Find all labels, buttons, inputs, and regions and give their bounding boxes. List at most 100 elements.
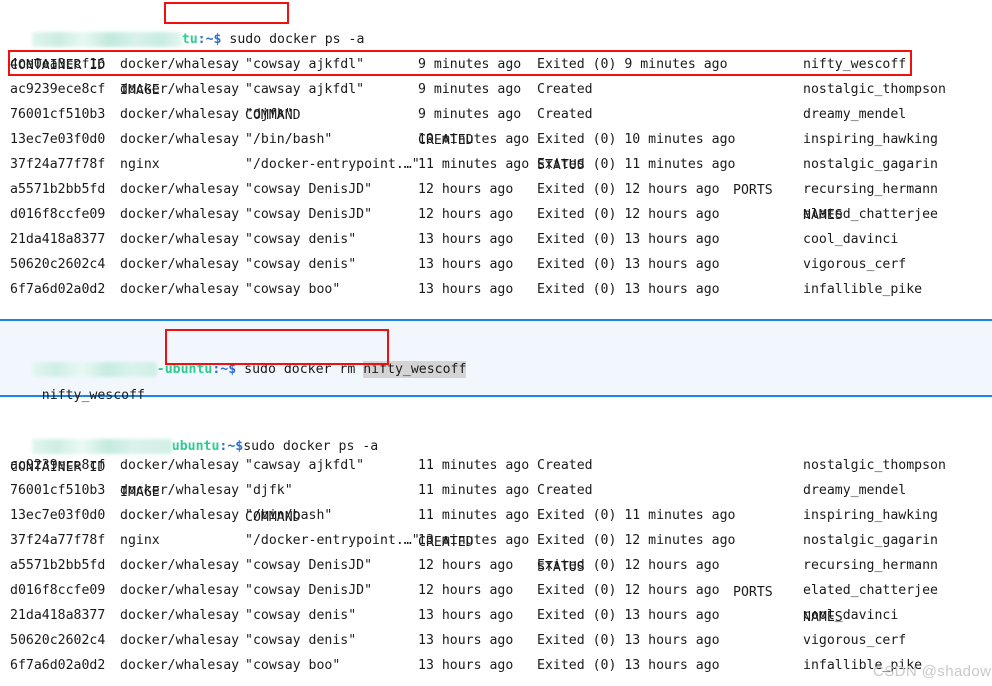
cell-container-id: 50620c2602c4 bbox=[10, 633, 106, 648]
cell-image: docker/whalesay bbox=[120, 658, 240, 673]
cell-status: Created bbox=[537, 107, 593, 122]
output-line-rm: nifty_wescoff bbox=[10, 357, 145, 403]
cell-command: "cawsay ajkfdl" bbox=[245, 82, 365, 97]
command-text-2[interactable]: sudo docker rm nifty_wescoff bbox=[236, 361, 467, 378]
cell-image: docker/whalesay bbox=[120, 182, 240, 197]
cell-names: cool_davinci bbox=[803, 232, 899, 247]
cell-created: 12 hours ago bbox=[418, 583, 514, 598]
prompt-path-2: :~$ bbox=[212, 362, 237, 377]
cell-command: "cowsay denis" bbox=[245, 633, 357, 648]
cell-status: Exited (0) 12 minutes ago bbox=[537, 533, 736, 548]
cell-image: docker/whalesay bbox=[120, 282, 240, 297]
cell-command: "cowsay DenisJD" bbox=[245, 207, 373, 222]
cell-container-id: 6f7a6d02a0d2 bbox=[10, 658, 106, 673]
cell-container-id: 21da418a8377 bbox=[10, 608, 106, 623]
cell-command: "djfk" bbox=[245, 483, 293, 498]
cell-names: nostalgic_gagarin bbox=[803, 157, 938, 172]
table-row: 21da418a8377 docker/whalesay "cowsay denis… bbox=[0, 603, 992, 628]
cell-command: "cowsay denis" bbox=[245, 608, 357, 623]
cell-created: 10 minutes ago bbox=[418, 132, 530, 147]
cell-command: "/bin/bash" bbox=[245, 132, 333, 147]
cell-status: Exited (0) 13 hours ago bbox=[537, 633, 720, 648]
cell-container-id: 6f7a6d02a0d2 bbox=[10, 282, 106, 297]
cell-names: vigorous_cerf bbox=[803, 633, 907, 648]
cell-status: Exited (0) 12 hours ago bbox=[537, 558, 720, 573]
cell-image: docker/whalesay bbox=[120, 483, 240, 498]
cell-container-id: 13ec7e03f0d0 bbox=[10, 508, 106, 523]
table-row: 37f24a77f78f nginx "/docker-entrypoint.…" 1… bbox=[0, 528, 992, 553]
cell-status: Exited (0) 13 hours ago bbox=[537, 257, 720, 272]
table-header-row-1: CONTAINER ID IMAGE COMMAND CREATED STATU… bbox=[0, 28, 992, 223]
table-row: a5571b2bb5fd docker/whalesay "cowsay Denis… bbox=[0, 177, 992, 202]
cell-command: "cawsay ajkfdl" bbox=[245, 458, 365, 473]
rm-output-text: nifty_wescoff bbox=[41, 388, 145, 403]
cell-command: "cowsay DenisJD" bbox=[245, 182, 373, 197]
cell-status: Created bbox=[537, 82, 593, 97]
cell-command: "cowsay denis" bbox=[245, 257, 357, 272]
cell-names: nostalgic_thompson bbox=[803, 82, 946, 97]
cell-container-id: 76001cf510b3 bbox=[10, 483, 106, 498]
cell-container-id: a5571b2bb5fd bbox=[10, 558, 106, 573]
command-rm-target[interactable]: nifty_wescoff bbox=[363, 361, 467, 378]
cell-image: docker/whalesay bbox=[120, 207, 240, 222]
table-row: 76001cf510b3 docker/whalesay "djfk" 11 minu… bbox=[0, 478, 992, 503]
cell-created: 11 minutes ago bbox=[418, 157, 530, 172]
cell-names: dreamy_mendel bbox=[803, 483, 907, 498]
table-row: 6f7a6d02a0d2 docker/whalesay "cowsay boo" 1… bbox=[0, 653, 992, 678]
cell-status: Exited (0) 11 minutes ago bbox=[537, 508, 736, 523]
table-row: ac9239ece8cf docker/whalesay "cawsay ajkfd… bbox=[0, 453, 992, 478]
cell-status: Exited (0) 12 hours ago bbox=[537, 182, 720, 197]
cell-image: docker/whalesay bbox=[120, 633, 240, 648]
table-row: ac9239ece8cf docker/whalesay "cawsay ajkfd… bbox=[0, 77, 992, 102]
cell-container-id: 13ec7e03f0d0 bbox=[10, 132, 106, 147]
cell-created: 9 minutes ago bbox=[418, 82, 522, 97]
cell-container-id: 37f24a77f78f bbox=[10, 533, 106, 548]
command-rm-prefix: sudo docker rm bbox=[244, 362, 364, 377]
cell-status: Exited (0) 13 hours ago bbox=[537, 608, 720, 623]
cell-status: Exited (0) 13 hours ago bbox=[537, 232, 720, 247]
cell-created: 11 minutes ago bbox=[418, 508, 530, 523]
cell-status: Exited (0) 9 minutes ago bbox=[537, 57, 728, 72]
cell-names: recursing_hermann bbox=[803, 558, 938, 573]
cell-container-id: ac9239ece8cf bbox=[10, 458, 106, 473]
prompt-line-1: tu:~$ sudo docker ps -a bbox=[0, 1, 364, 47]
cell-container-id: ac9239ece8cf bbox=[10, 82, 106, 97]
cell-created: 11 minutes ago bbox=[418, 483, 530, 498]
cell-command: "cowsay ajkfdl" bbox=[245, 57, 365, 72]
cell-created: 13 hours ago bbox=[418, 608, 514, 623]
cell-command: "/docker-entrypoint.…" bbox=[245, 157, 420, 172]
cell-container-id: a5571b2bb5fd bbox=[10, 182, 106, 197]
cell-status: Exited (0) 13 hours ago bbox=[537, 282, 720, 297]
cell-image: nginx bbox=[120, 157, 160, 172]
cell-created: 9 minutes ago bbox=[418, 57, 522, 72]
cell-container-id: 21da418a8377 bbox=[10, 232, 106, 247]
table-row: 6f7a6d02a0d2 docker/whalesay "cowsay boo" 1… bbox=[0, 277, 992, 302]
cell-names: elated_chatterjee bbox=[803, 207, 938, 222]
cell-container-id: 37f24a77f78f bbox=[10, 157, 106, 172]
cell-command: "cowsay boo" bbox=[245, 658, 341, 673]
table-row: 50620c2602c4 docker/whalesay "cowsay denis… bbox=[0, 628, 992, 653]
cell-names: recursing_hermann bbox=[803, 182, 938, 197]
cell-created: 9 minutes ago bbox=[418, 107, 522, 122]
terminal-screenshot: tu:~$ sudo docker ps -a CONTAINER ID IMA… bbox=[0, 0, 992, 686]
cell-image: nginx bbox=[120, 533, 160, 548]
table-row: 13ec7e03f0d0 docker/whalesay "/bin/bash" 11… bbox=[0, 503, 992, 528]
cell-created: 12 hours ago bbox=[418, 207, 514, 222]
cell-status: Exited (0) 12 hours ago bbox=[537, 207, 720, 222]
table-row: 50620c2602c4 docker/whalesay "cowsay denis… bbox=[0, 252, 992, 277]
cell-names: inspiring_hawking bbox=[803, 132, 938, 147]
cell-created: 13 minutes ago bbox=[418, 533, 530, 548]
cell-created: 12 hours ago bbox=[418, 558, 514, 573]
cell-names: cool_davinci bbox=[803, 608, 899, 623]
cell-container-id: 76001cf510b3 bbox=[10, 107, 106, 122]
cell-image: docker/whalesay bbox=[120, 558, 240, 573]
cell-names: nostalgic_thompson bbox=[803, 458, 946, 473]
cell-created: 13 hours ago bbox=[418, 658, 514, 673]
table-row: a5571b2bb5fd docker/whalesay "cowsay Denis… bbox=[0, 553, 992, 578]
table-row: d016f8ccfe09 docker/whalesay "cowsay Denis… bbox=[0, 202, 992, 227]
cell-container-id: d016f8ccfe09 bbox=[10, 207, 106, 222]
cell-command: "cowsay DenisJD" bbox=[245, 583, 373, 598]
cell-created: 13 hours ago bbox=[418, 633, 514, 648]
cell-names: infallible_pike bbox=[803, 282, 923, 297]
table-row: 13ec7e03f0d0 docker/whalesay "/bin/bash" 10… bbox=[0, 127, 992, 152]
